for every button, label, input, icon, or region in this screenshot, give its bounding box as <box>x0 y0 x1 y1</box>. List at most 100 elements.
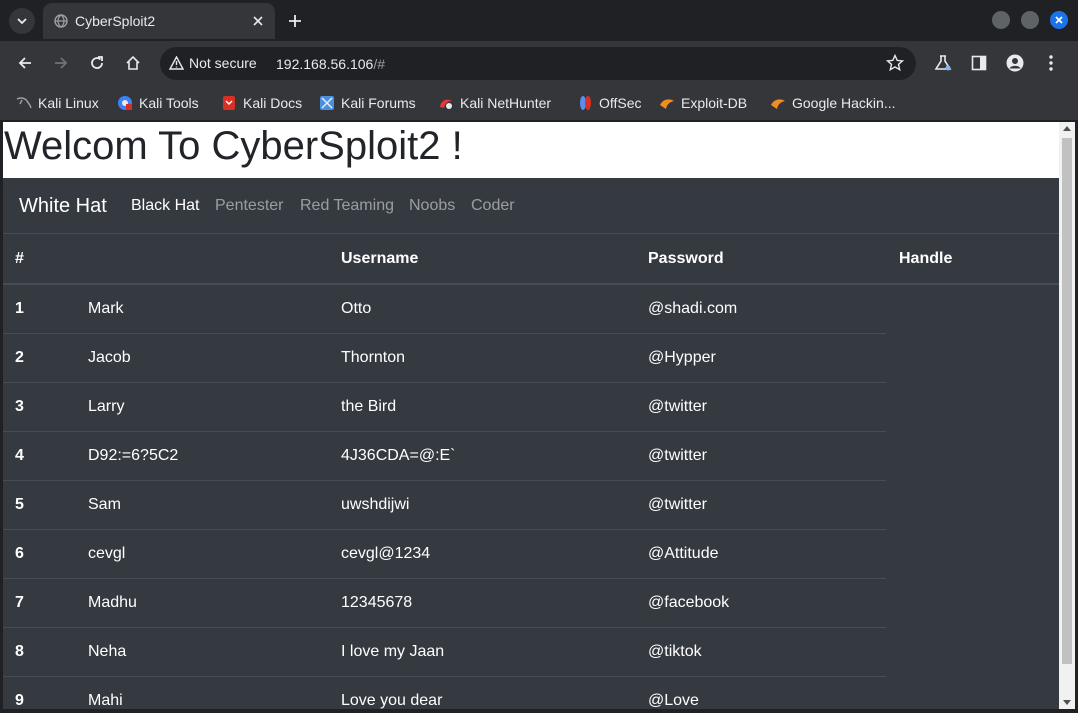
window-maximize-button[interactable] <box>1021 11 1039 29</box>
scrollbar-thumb[interactable] <box>1062 138 1072 664</box>
close-icon <box>253 16 263 26</box>
bookmark-label: Kali NetHunter <box>460 95 552 111</box>
bookmark-label: Kali Forums <box>341 95 416 111</box>
profile-icon <box>1006 54 1024 72</box>
table-header: # Username Password Handle <box>3 235 1059 285</box>
row-password-cell: @twitter <box>648 398 707 415</box>
bookmark-kali-tools[interactable]: Kali Tools <box>117 93 199 113</box>
tab-close-button[interactable] <box>249 12 267 30</box>
row-first-cell: Sam <box>88 496 121 513</box>
nav-link-noobs[interactable]: Noobs <box>409 197 455 215</box>
nav-link-pentester[interactable]: Pentester <box>215 197 283 215</box>
nav-link-black-hat[interactable]: Black Hat <box>131 197 199 215</box>
forward-button[interactable] <box>50 52 72 74</box>
row-password-cell: @facebook <box>648 594 730 611</box>
bookmark-label: Kali Docs <box>243 95 303 111</box>
kali-forums-icon <box>320 96 334 110</box>
row-number: 3 <box>15 398 24 415</box>
bookmark-label: Kali Tools <box>139 95 199 111</box>
bookmark-label: Google Hackin... <box>792 95 896 111</box>
row-username-cell: 4J36CDA=@:E` <box>341 447 456 464</box>
labs-flask-button[interactable] <box>933 53 953 73</box>
table-row: 2 Jacob Thornton @Hypper <box>3 334 886 383</box>
bookmarks-bar: Kali Linux Kali Tools Kali Docs Kali For… <box>0 86 1078 120</box>
security-chip[interactable]: Not secure <box>169 55 257 71</box>
row-number: 8 <box>15 643 24 660</box>
page-scrollbar[interactable] <box>1059 122 1075 709</box>
arrow-right-icon <box>55 57 68 69</box>
kali-dragon-icon <box>16 97 32 109</box>
row-password-cell: @twitter <box>648 447 707 464</box>
bookmark-star-icon[interactable] <box>886 54 904 72</box>
nav-link-coder[interactable]: Coder <box>471 197 515 215</box>
row-first-cell: Larry <box>88 398 125 415</box>
back-button[interactable] <box>14 52 36 74</box>
page-viewport: Welcom To CyberSploit2 ! White Hat Black… <box>3 122 1059 709</box>
tab-title: CyberSploit2 <box>75 13 156 29</box>
table-row: 6 cevgl cevgl@1234 @Attitude <box>3 530 886 579</box>
column-header-password: Password <box>648 250 724 267</box>
bookmark-exploit-db[interactable]: Exploit-DB <box>659 93 747 113</box>
kali-tools-icon <box>118 96 132 110</box>
bookmark-kali-linux[interactable]: Kali Linux <box>16 93 99 113</box>
reload-button[interactable] <box>86 52 108 74</box>
side-panel-button[interactable] <box>969 53 989 73</box>
tab-search-button[interactable] <box>9 8 35 34</box>
row-username-cell: Thornton <box>341 349 406 366</box>
row-first-cell: cevgl <box>88 545 126 562</box>
new-tab-button[interactable] <box>284 10 306 32</box>
ghdb-icon <box>771 99 785 109</box>
navbar-brand[interactable]: White Hat <box>19 195 107 218</box>
browser-toolbar: Not secure 192.168.56.106/# <box>0 41 1078 86</box>
plus-icon <box>289 15 301 27</box>
home-icon <box>126 55 140 70</box>
table-row: 5 Sam uwshdijwi @twitter <box>3 481 886 530</box>
side-panel-icon <box>971 55 987 71</box>
row-username-cell: the Bird <box>341 398 397 415</box>
column-header-number: # <box>15 250 24 267</box>
security-label: Not secure <box>189 55 257 71</box>
page-heading-section: Welcom To CyberSploit2 ! <box>3 122 1059 178</box>
table-row: 7 Madhu 12345678 @facebook <box>3 579 886 628</box>
kali-nethunter-icon <box>440 99 452 109</box>
row-username-cell: cevgl@1234 <box>341 545 431 562</box>
window-minimize-button[interactable] <box>992 11 1010 29</box>
scroll-down-arrow-icon[interactable] <box>1063 700 1071 705</box>
home-button[interactable] <box>122 52 144 74</box>
globe-icon <box>54 14 68 28</box>
arrow-left-icon <box>18 57 31 69</box>
bookmark-kali-docs[interactable]: Kali Docs <box>221 93 302 113</box>
bookmark-label: Kali Linux <box>38 95 99 111</box>
row-number: 9 <box>15 692 24 709</box>
profile-button[interactable] <box>1005 53 1025 73</box>
menu-button[interactable] <box>1041 53 1061 73</box>
row-number: 7 <box>15 594 24 611</box>
row-first-cell: Mahi <box>88 692 123 709</box>
row-first-cell: Jacob <box>88 349 131 366</box>
row-first-cell: Neha <box>88 643 127 660</box>
bookmark-kali-nethunter[interactable]: Kali NetHunter <box>438 93 551 113</box>
window-close-button[interactable] <box>1050 11 1068 29</box>
column-header-username: Username <box>341 250 419 267</box>
row-number: 1 <box>15 300 24 317</box>
bookmark-kali-forums[interactable]: Kali Forums <box>319 93 416 113</box>
tab-cybersploit2[interactable]: CyberSploit2 <box>43 3 275 39</box>
scroll-up-arrow-icon[interactable] <box>1063 126 1071 131</box>
table-row: 9 Mahi Love you dear @Love <box>3 677 886 709</box>
flask-icon <box>934 55 952 71</box>
bookmark-offsec[interactable]: OffSec <box>577 93 642 113</box>
nav-link-red-teaming[interactable]: Red Teaming <box>300 197 394 215</box>
page-title: Welcom To CyberSploit2 ! <box>4 124 463 168</box>
row-password-cell: @tiktok <box>648 643 702 660</box>
row-username-cell: 12345678 <box>341 594 413 611</box>
row-password-cell: @Love <box>648 692 699 709</box>
url-host: 192.168.56.106 <box>276 56 374 72</box>
row-password-cell: @shadi.com <box>648 300 738 317</box>
table-row: 4 D92:=6?5C2 4J36CDA=@:E` @twitter <box>3 432 886 481</box>
address-bar[interactable]: Not secure 192.168.56.106/# <box>160 47 916 80</box>
reload-icon <box>91 56 103 69</box>
bookmark-google-hacking-db[interactable]: Google Hackin... <box>770 93 896 113</box>
offsec-icon <box>580 96 591 110</box>
row-number: 2 <box>15 349 24 366</box>
table-row: 8 Neha I love my Jaan @tiktok <box>3 628 886 677</box>
